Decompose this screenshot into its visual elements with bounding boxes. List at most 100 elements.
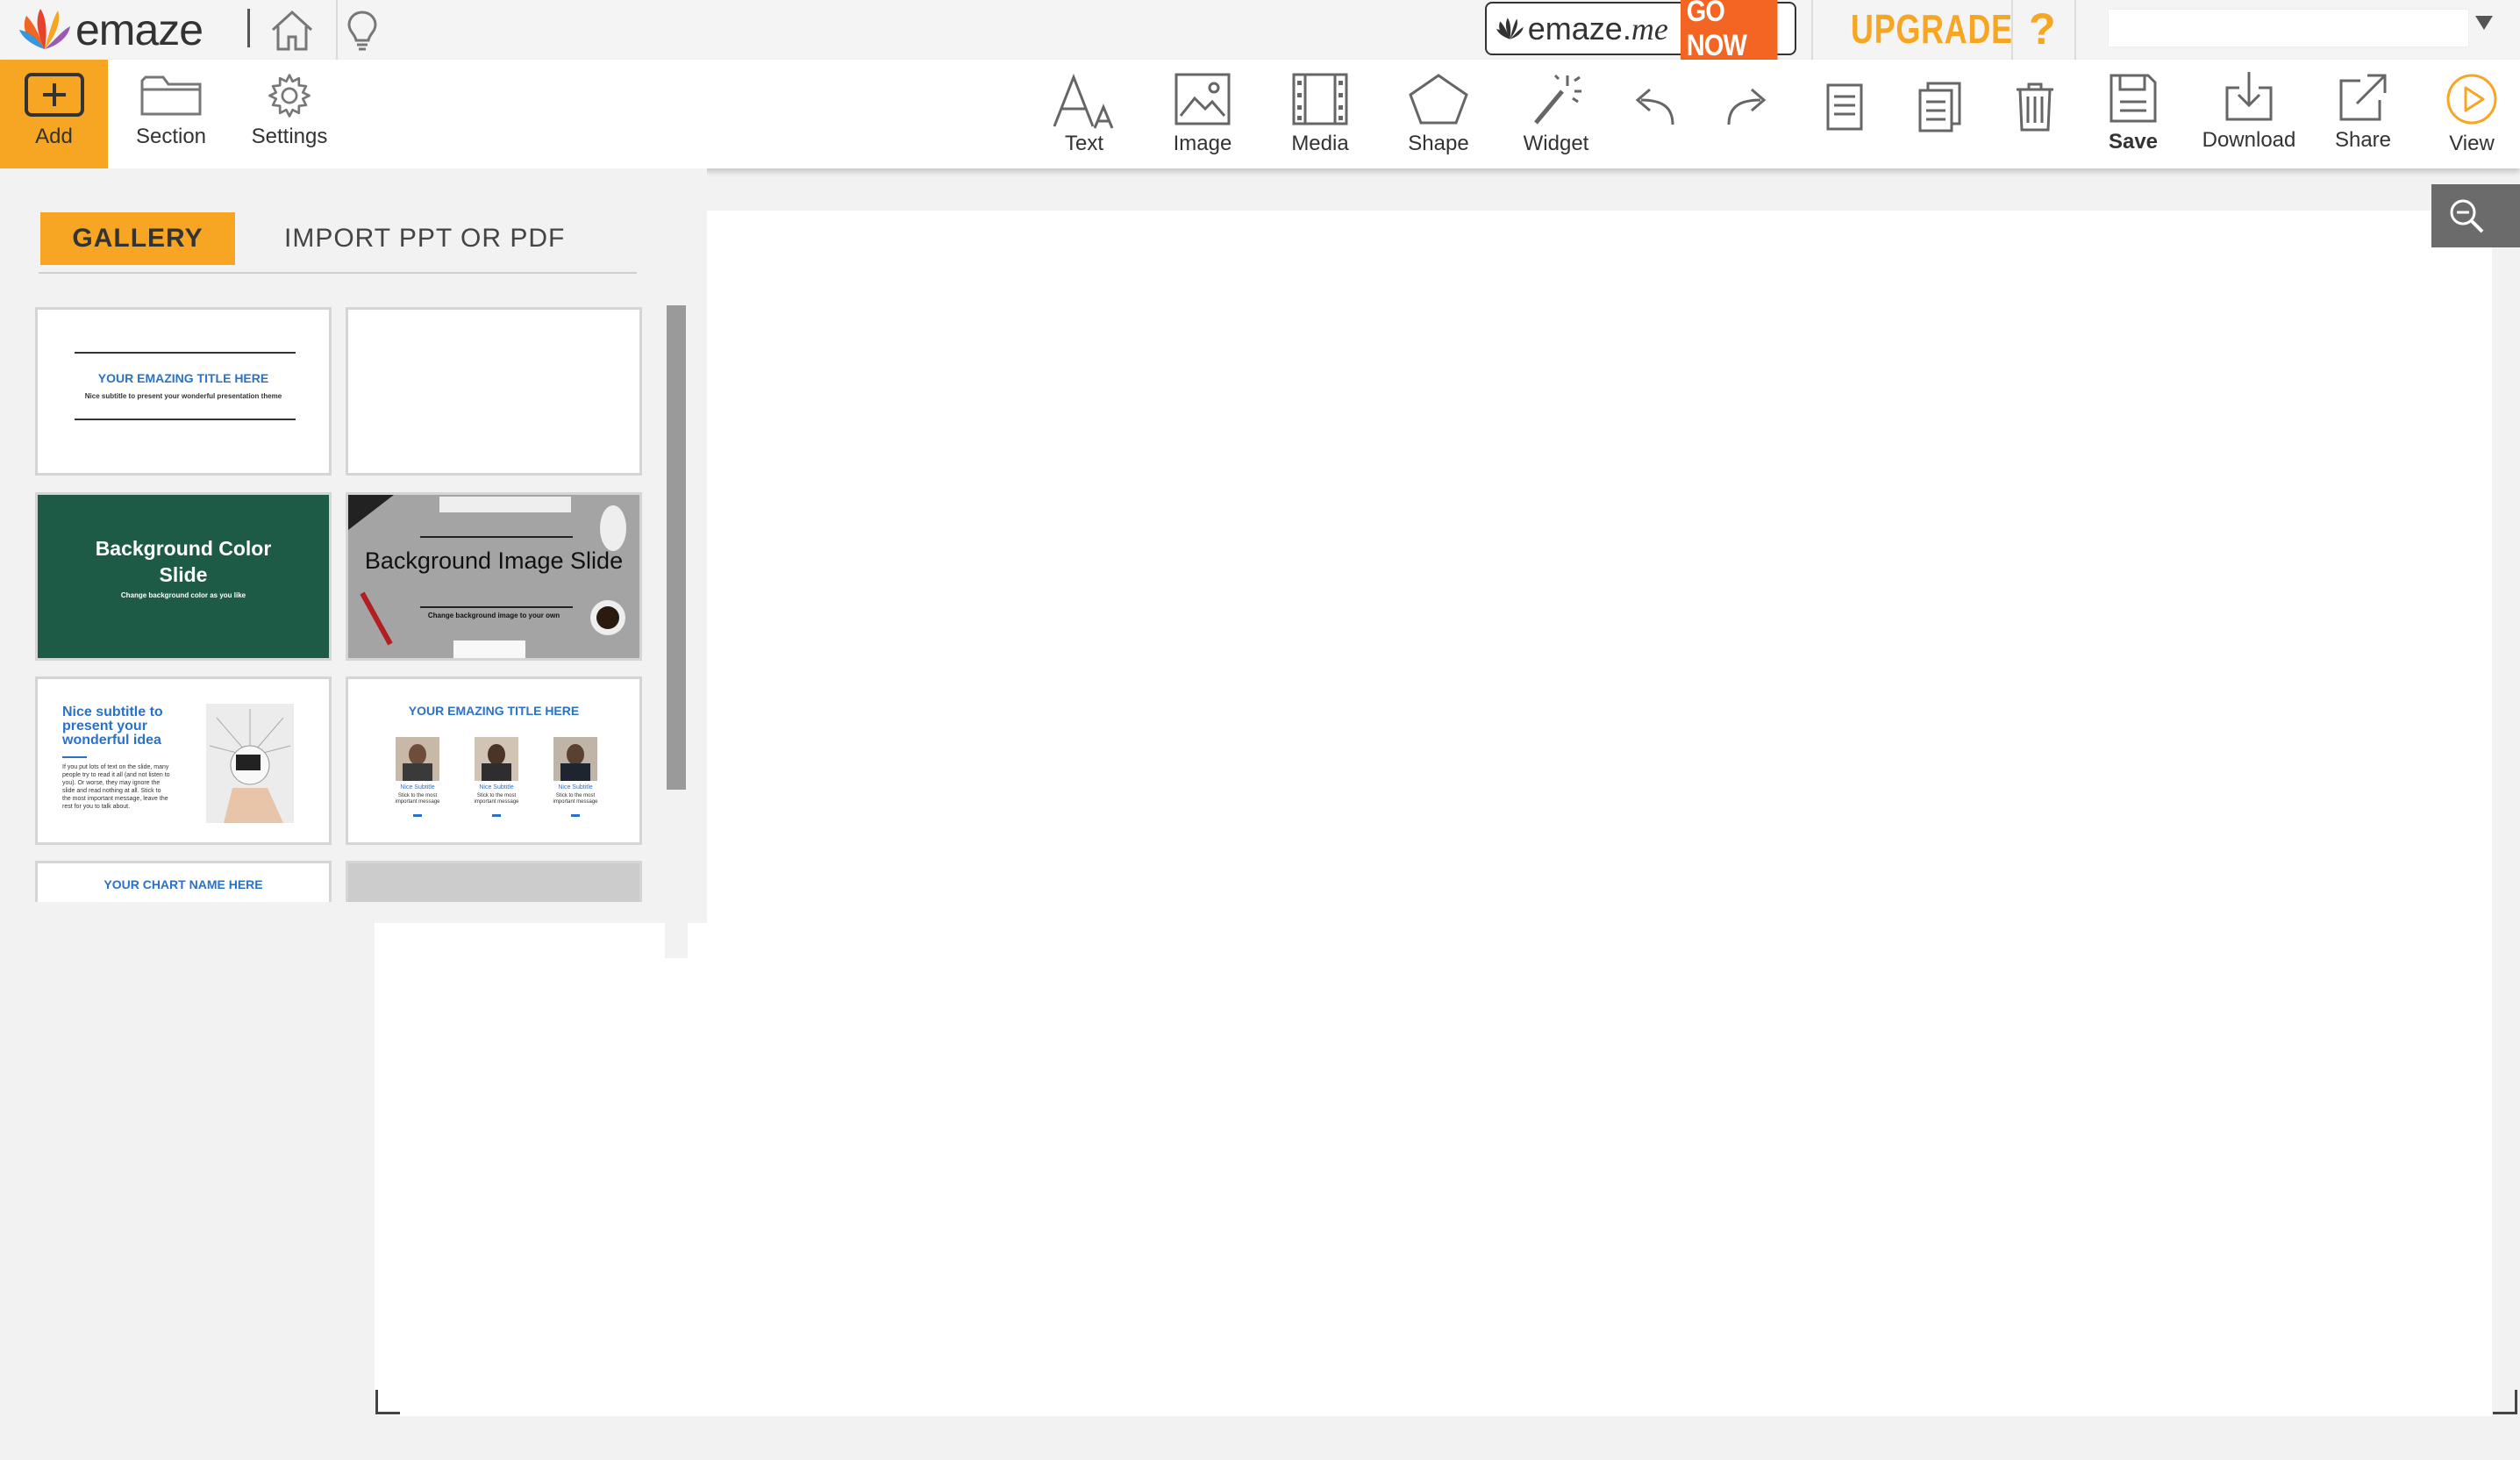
- shape-button[interactable]: Shape: [1402, 60, 1475, 168]
- divider-line: [62, 756, 87, 758]
- share-label: Share: [2334, 128, 2392, 152]
- image-label: Image: [1173, 132, 1232, 155]
- emaze-logo[interactable]: emaze: [18, 4, 203, 56]
- template-background-color-slide[interactable]: Background Color Slide Change background…: [35, 492, 332, 661]
- divider-line: [75, 419, 296, 420]
- tab-gallery[interactable]: GALLERY: [40, 212, 235, 265]
- lightbulb-icon[interactable]: [338, 5, 387, 54]
- share-button[interactable]: Share: [2328, 60, 2398, 168]
- divider: [2011, 0, 2013, 60]
- template-title: YOUR CHART NAME HERE: [104, 877, 263, 891]
- lightbulb-photo-image: [206, 704, 294, 823]
- emaze-me-button[interactable]: emaze.me GO NOW: [1485, 0, 1796, 67]
- upgrade-button[interactable]: UPGRADE: [1851, 5, 2013, 54]
- add-icon: [24, 73, 84, 117]
- search-input[interactable]: [2108, 9, 2469, 47]
- add-button[interactable]: Add: [0, 60, 108, 177]
- text-label: Text: [1064, 132, 1103, 155]
- template-title-slide[interactable]: YOUR EMAZING TITLE HERE Nice subtitle to…: [35, 307, 332, 476]
- film-icon: [1292, 73, 1348, 125]
- save-button[interactable]: Save: [2098, 60, 2168, 168]
- delete-button[interactable]: [2012, 60, 2058, 168]
- template-background-image-slide[interactable]: Background Image Slide Change background…: [346, 492, 642, 661]
- desk-photo-image: [348, 495, 639, 658]
- template-chart-slide[interactable]: YOUR CHART NAME HERE: [35, 861, 332, 902]
- logo-text: emaze: [75, 5, 203, 54]
- member-accent: [492, 814, 501, 817]
- download-button[interactable]: Download: [2195, 60, 2302, 168]
- widget-button[interactable]: Widget: [1517, 60, 1595, 168]
- image-button[interactable]: Image: [1167, 60, 1239, 168]
- template-gray-slide[interactable]: [346, 861, 642, 902]
- media-button[interactable]: Media: [1283, 60, 1357, 168]
- zoom-out-icon: [2450, 199, 2484, 233]
- member-name: Nice Subtitle: [558, 784, 593, 791]
- gear-icon: [268, 74, 311, 118]
- template-body: If you put lots of text on the slide, ma…: [62, 764, 170, 810]
- avatar: [396, 737, 439, 781]
- image-icon: [1174, 73, 1231, 125]
- settings-button[interactable]: Settings: [247, 60, 332, 168]
- member-name: Nice Subtitle: [479, 784, 514, 791]
- template-gallery: YOUR EMAZING TITLE HERE Nice subtitle to…: [33, 305, 647, 902]
- redo-button[interactable]: [1721, 60, 1775, 168]
- undo-button[interactable]: [1626, 60, 1681, 168]
- add-label: Add: [35, 125, 73, 148]
- section-label: Section: [135, 125, 207, 148]
- undo-icon: [1635, 88, 1674, 125]
- tab-import-ppt-pdf[interactable]: IMPORT PPT OR PDF: [284, 212, 565, 265]
- home-icon[interactable]: [268, 5, 317, 54]
- help-button[interactable]: ?: [2029, 4, 2056, 54]
- go-now-badge: GO NOW: [1680, 0, 1778, 67]
- emaze-me-label: emaze.me: [1527, 10, 1668, 47]
- widget-label: Widget: [1523, 132, 1589, 155]
- floppy-disk-icon: [2110, 74, 2157, 123]
- download-label: Download: [2202, 128, 2296, 152]
- slide-canvas[interactable]: [707, 211, 2492, 923]
- template-team-slide[interactable]: YOUR EMAZING TITLE HERE Nice Subtitle St…: [346, 676, 642, 845]
- canvas-corner-marker: [2493, 1390, 2517, 1414]
- notes-button[interactable]: [1823, 60, 1867, 168]
- scrollbar-thumb[interactable]: [667, 305, 686, 790]
- template-subtitle: Nice subtitle to present your wonderful …: [84, 392, 282, 400]
- panel-tabs: GALLERY IMPORT PPT OR PDF: [39, 212, 637, 274]
- copy-icon: [1918, 82, 1961, 132]
- emaze-me-logo-icon: [1496, 17, 1524, 39]
- zoom-out-button[interactable]: [2431, 184, 2520, 247]
- play-circle-icon: [2446, 74, 2497, 125]
- member-accent: [413, 814, 422, 817]
- chevron-down-icon[interactable]: [2475, 16, 2493, 30]
- member-description: Stick to the most important message: [553, 793, 598, 805]
- document-icon: [1826, 83, 1863, 131]
- duplicate-button[interactable]: [1916, 60, 1965, 168]
- template-title: Background Color Slide: [95, 537, 272, 586]
- member-description: Stick to the most important message: [395, 793, 440, 805]
- template-text-image-slide[interactable]: Nice subtitle to present your wonderful …: [35, 676, 332, 845]
- template-title: Nice subtitle to present your wonderful …: [62, 705, 163, 748]
- member-description: Stick to the most important message: [474, 793, 519, 805]
- text-button[interactable]: Text: [1044, 60, 1124, 168]
- emaze-logo-icon: [19, 9, 70, 49]
- gallery-scrollbar[interactable]: [665, 304, 688, 958]
- pentagon-icon: [1409, 74, 1468, 125]
- divider: [2074, 0, 2076, 60]
- shape-label: Shape: [1408, 132, 1469, 155]
- section-button[interactable]: Section: [132, 60, 211, 168]
- divider-line: [75, 352, 296, 354]
- redo-icon: [1727, 88, 1767, 125]
- template-blank-slide[interactable]: [346, 307, 642, 476]
- settings-label: Settings: [251, 125, 328, 148]
- magic-wand-icon: [1534, 74, 1581, 125]
- template-title: YOUR EMAZING TITLE HERE: [408, 704, 580, 718]
- folder-icon: [140, 75, 202, 116]
- top-bar: emaze emaze.me GO NOW UPGRADE ?: [0, 0, 2520, 67]
- slide-canvas-lower[interactable]: [375, 923, 2492, 1416]
- avatar: [475, 737, 518, 781]
- toolbar: Add Section Settings Text Image Media Sh…: [0, 60, 2520, 177]
- view-button[interactable]: View: [2438, 60, 2505, 168]
- template-title: Background Image Slide: [364, 548, 624, 574]
- add-slide-panel: GALLERY IMPORT PPT OR PDF YOUR EMAZING T…: [0, 168, 707, 958]
- download-icon: [2225, 72, 2273, 121]
- share-icon: [2339, 74, 2387, 121]
- template-subtitle: Change background color as you like: [120, 591, 246, 599]
